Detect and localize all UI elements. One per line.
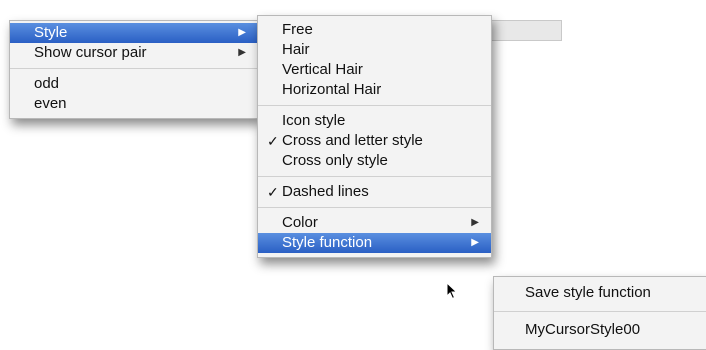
menu-item-show-cursor-pair[interactable]: Show cursor pair ▶ [10, 43, 258, 63]
menu-item-color[interactable]: Color ▶ [258, 213, 491, 233]
menu-item-label: odd [34, 75, 60, 92]
mouse-cursor-icon [446, 282, 458, 300]
submenu-arrow-icon: ▶ [238, 27, 246, 38]
menu-item-label: even [34, 95, 67, 112]
menu-item-label: Color [282, 214, 318, 231]
menu-item-label: Cross and letter style [282, 132, 423, 149]
menu-item-label: Free [282, 21, 313, 38]
submenu-arrow-icon: ▶ [471, 217, 479, 228]
menu-item-label: Dashed lines [282, 183, 369, 200]
menu-item-label: Icon style [282, 112, 346, 129]
submenu-arrow-icon: ▶ [471, 237, 479, 248]
menu-item-cross-only-style[interactable]: Cross only style [258, 151, 491, 171]
menu-item-label: Hair [282, 41, 310, 58]
menu-item-horizontal-hair[interactable]: Horizontal Hair [258, 80, 491, 100]
menu-item-vertical-hair[interactable]: Vertical Hair [258, 60, 491, 80]
menu-separator [258, 207, 491, 208]
checkmark-icon: ✓ [267, 184, 279, 200]
menu-item-label: Save style function [525, 284, 651, 301]
menu-item-label: Horizontal Hair [282, 81, 382, 98]
menu-item-icon-style[interactable]: Icon style [258, 111, 491, 131]
menu-item-odd[interactable]: odd [10, 74, 258, 94]
submenu-arrow-icon: ▶ [238, 47, 246, 58]
menu-item-free[interactable]: Free [258, 20, 491, 40]
menu-separator [494, 311, 706, 312]
menu-item-style[interactable]: Style ▶ [10, 23, 258, 43]
menu-item-label: Show cursor pair [34, 44, 147, 61]
menu-item-cross-and-letter-style[interactable]: ✓ Cross and letter style [258, 131, 491, 151]
menu-item-even[interactable]: even [10, 94, 258, 114]
menu-separator [258, 176, 491, 177]
style-function-submenu: Save style function MyCursorStyle00 [493, 276, 706, 350]
menu-item-save-style-function[interactable]: Save style function [494, 280, 706, 306]
context-menu: Style ▶ Show cursor pair ▶ odd even [9, 20, 259, 119]
checkmark-icon: ✓ [267, 133, 279, 149]
menu-item-label: Style function [282, 234, 373, 251]
menu-item-dashed-lines[interactable]: ✓ Dashed lines [258, 182, 491, 202]
background-field [485, 20, 562, 41]
menu-separator [258, 105, 491, 106]
menu-item-label: Style [34, 24, 68, 41]
menu-item-label: Vertical Hair [282, 61, 363, 78]
menu-item-style-function[interactable]: Style function ▶ [258, 233, 491, 253]
menu-item-label: Cross only style [282, 152, 388, 169]
menu-item-label: MyCursorStyle00 [525, 321, 641, 338]
style-submenu: Free Hair Vertical Hair Horizontal Hair … [257, 15, 492, 258]
menu-item-mycursorstyle00[interactable]: MyCursorStyle00 [494, 317, 706, 343]
menu-separator [10, 68, 258, 69]
menu-item-hair[interactable]: Hair [258, 40, 491, 60]
